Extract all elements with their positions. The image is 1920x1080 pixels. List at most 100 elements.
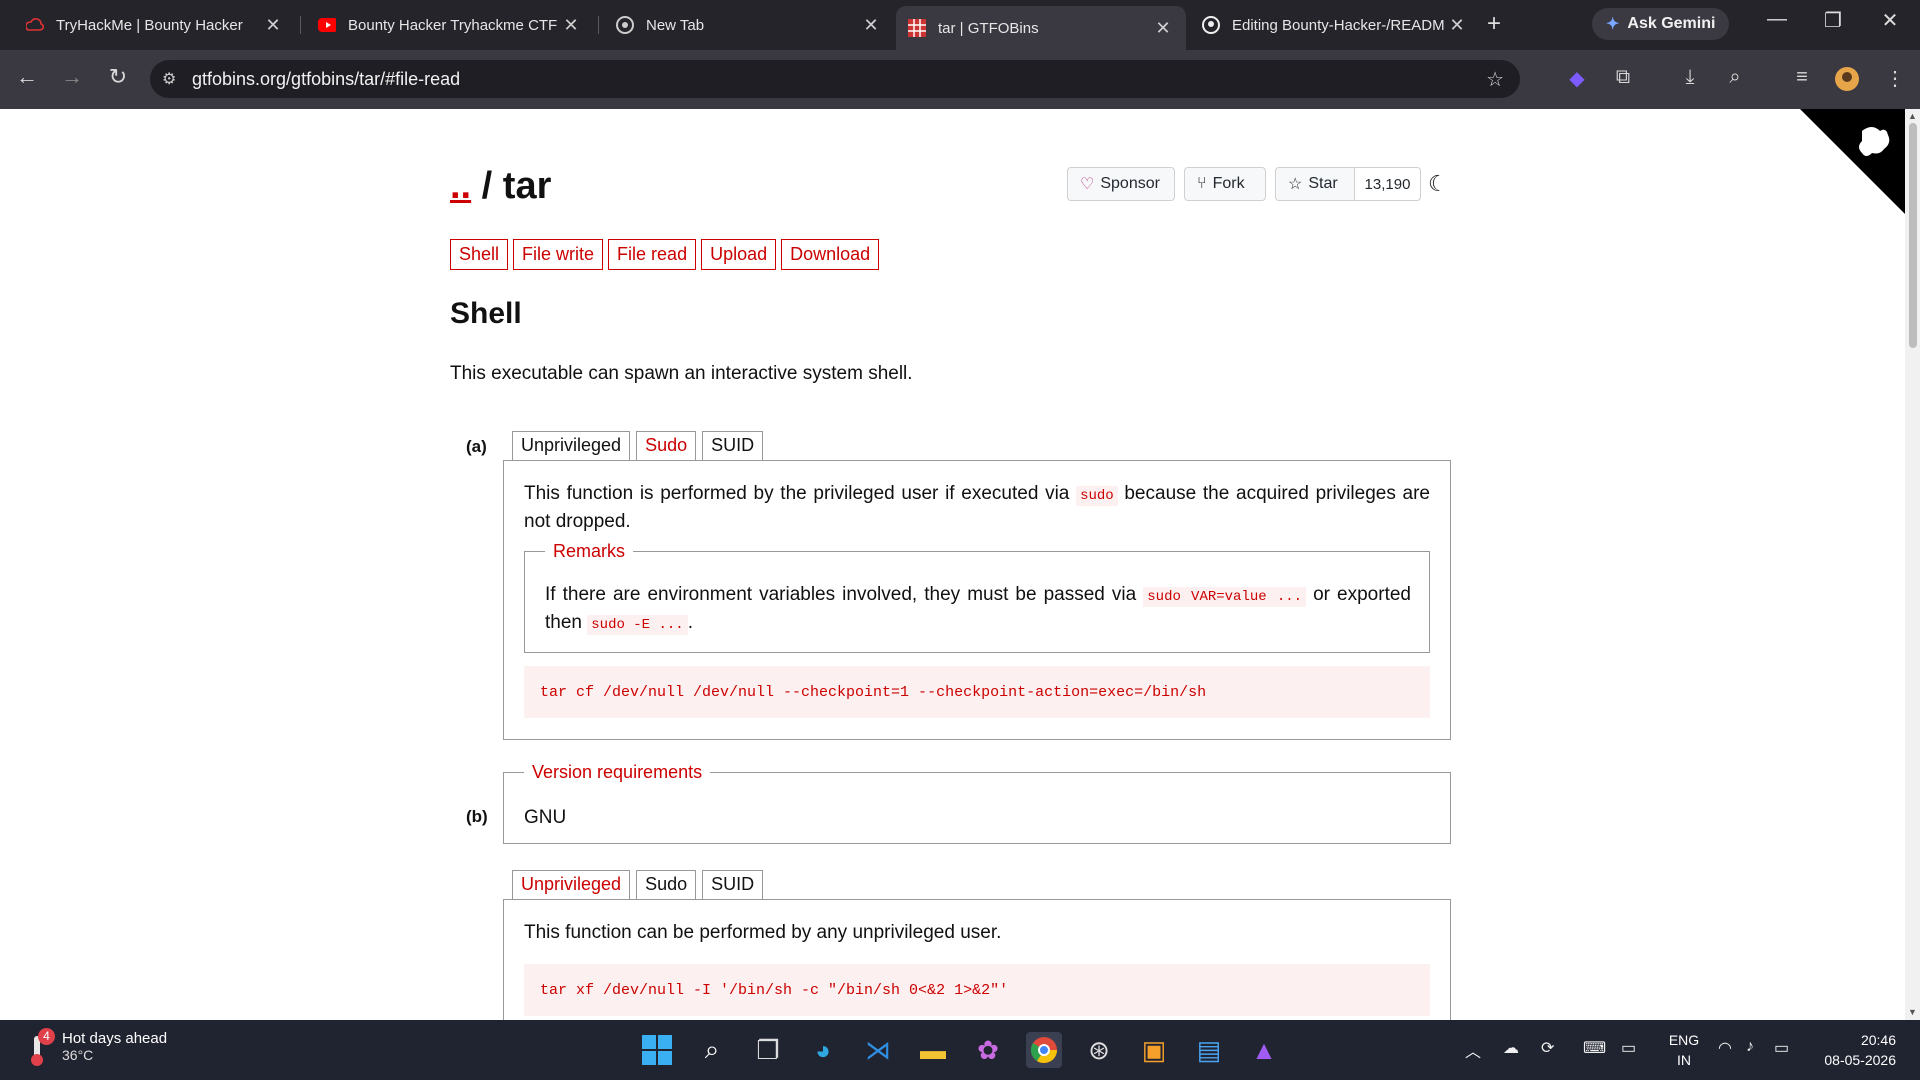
close-icon[interactable]: ✕ xyxy=(860,15,882,36)
ask-gemini-button[interactable]: ✦ Ask Gemini xyxy=(1592,8,1730,40)
close-icon[interactable]: ✕ xyxy=(1152,18,1174,39)
gemini-sparkle-icon: ✦ xyxy=(1606,16,1620,33)
new-tab-icon[interactable]: + xyxy=(1487,10,1501,38)
tablet-mode-icon[interactable]: ▭ xyxy=(1621,1038,1636,1058)
notepad-icon[interactable]: ▤ xyxy=(1191,1032,1227,1068)
media-control-icon[interactable]: ≡ xyxy=(1788,66,1816,92)
edge-icon[interactable]: ◕ xyxy=(805,1032,841,1068)
nav-download[interactable]: Download xyxy=(781,239,880,270)
tab-unprivileged[interactable]: Unprivileged xyxy=(512,431,631,460)
section-description: This executable can spawn an interactive… xyxy=(450,363,913,384)
heart-icon: ♡ xyxy=(1080,176,1095,193)
version-value: GNU xyxy=(524,807,567,828)
star-icon: ☆ xyxy=(1288,176,1303,193)
url-text[interactable]: gtfobins.org/gtfobins/tar/#file-read xyxy=(192,69,460,90)
command-code-block[interactable]: tar xf /dev/null -I '/bin/sh -c "/bin/sh… xyxy=(524,964,1430,1016)
wifi-icon[interactable]: ◠ xyxy=(1718,1038,1732,1058)
weather-widget[interactable]: 4 Hot days ahead 36°C xyxy=(22,1028,167,1068)
app-mountain-icon[interactable]: ▲ xyxy=(1246,1032,1282,1068)
show-hidden-icons-chevron-icon[interactable]: ︿ xyxy=(1465,1038,1481,1062)
close-icon[interactable]: ✕ xyxy=(560,15,582,36)
task-view-icon[interactable]: ❐ xyxy=(750,1032,786,1068)
tab-suid[interactable]: SUID xyxy=(702,870,764,899)
tab-github[interactable]: Editing Bounty-Hacker-/READM ✕ xyxy=(1190,8,1480,42)
github-corner-icon[interactable] xyxy=(1800,109,1905,214)
back-icon[interactable]: ← xyxy=(12,64,42,90)
nav-file-read[interactable]: File read xyxy=(608,239,697,270)
close-icon[interactable]: ✕ xyxy=(262,15,284,36)
battery-icon[interactable]: ▭ xyxy=(1774,1038,1789,1058)
copilot-icon[interactable]: ✿ xyxy=(970,1032,1006,1068)
star-button[interactable]: ☆ Star xyxy=(1275,167,1355,201)
close-icon[interactable]: ✕ xyxy=(1446,15,1468,36)
virtualbox-icon[interactable]: ▣ xyxy=(1136,1032,1172,1068)
sponsor-button[interactable]: ♡ Sponsor xyxy=(1067,167,1175,201)
command-code-block[interactable]: tar cf /dev/null /dev/null --checkpoint=… xyxy=(524,666,1430,718)
tab-sudo[interactable]: Sudo xyxy=(636,431,697,461)
scrollbar[interactable]: ▲ ▼ xyxy=(1905,109,1920,1020)
example-b-panel: This function can be performed by any un… xyxy=(503,899,1451,1020)
file-explorer-icon[interactable]: ▬ xyxy=(915,1032,951,1068)
download-icon[interactable]: ⤓ xyxy=(1676,66,1704,92)
youtube-icon xyxy=(318,16,336,34)
tab-youtube[interactable]: Bounty Hacker Tryhackme CTF ✕ xyxy=(306,8,594,42)
chrome-icon[interactable] xyxy=(1026,1032,1062,1068)
gtfobins-icon xyxy=(908,19,926,37)
sudo-description: This function is performed by the privil… xyxy=(524,483,1430,532)
version-requirements-box: Version requirements GNU xyxy=(503,762,1451,844)
onedrive-icon[interactable]: ☁ xyxy=(1503,1038,1519,1058)
profile-avatar[interactable] xyxy=(1833,66,1861,92)
search-icon[interactable]: ⌕ xyxy=(694,1032,730,1068)
inline-code: sudo -E ... xyxy=(587,615,688,635)
restore-icon[interactable]: ❐ xyxy=(1813,8,1853,33)
minimize-icon[interactable]: — xyxy=(1757,8,1797,31)
keyboard-icon[interactable]: ⌨ xyxy=(1583,1038,1606,1058)
bookmark-star-icon[interactable]: ☆ xyxy=(1486,67,1504,92)
address-bar[interactable]: ⚙ gtfobins.org/gtfobins/tar/#file-read ☆ xyxy=(150,60,1520,98)
nav-file-write[interactable]: File write xyxy=(513,239,604,270)
dark-mode-moon-icon[interactable]: ☾ xyxy=(1428,171,1448,197)
version-legend: Version requirements xyxy=(532,762,703,782)
nav-upload[interactable]: Upload xyxy=(701,239,777,270)
vscode-icon[interactable]: ⋊ xyxy=(860,1032,896,1068)
reload-icon[interactable]: ↻ xyxy=(103,64,133,90)
inline-code: sudo xyxy=(1076,486,1118,506)
tab-divider xyxy=(598,16,599,34)
close-window-icon[interactable]: ✕ xyxy=(1870,8,1910,33)
sync-icon[interactable]: ⟳ xyxy=(1541,1038,1554,1058)
scroll-down-icon[interactable]: ▼ xyxy=(1908,1007,1917,1017)
weather-badge: 4 xyxy=(38,1028,55,1045)
windows-start-icon[interactable] xyxy=(639,1032,675,1068)
chrome-icon xyxy=(616,16,634,34)
extensions-puzzle-icon[interactable]: ⧉ xyxy=(1609,66,1637,92)
menu-kebab-icon[interactable]: ⋮ xyxy=(1881,66,1909,92)
remarks-legend: Remarks xyxy=(553,541,626,561)
forward-icon[interactable]: → xyxy=(57,64,87,90)
tryhackme-icon xyxy=(26,16,44,34)
site-settings-icon[interactable]: ⚙ xyxy=(162,69,188,89)
extension-diamond-icon[interactable]: ◆ xyxy=(1563,66,1591,92)
tab-unprivileged[interactable]: Unprivileged xyxy=(512,870,631,900)
function-nav: Shell File write File read Upload Downlo… xyxy=(450,239,880,270)
tab-search-icon[interactable]: ⌕ xyxy=(1721,66,1749,92)
tab-suid[interactable]: SUID xyxy=(702,431,764,460)
system-clock[interactable]: 20:46 08-05-2026 xyxy=(1812,1030,1896,1070)
example-a-panel: This function is performed by the privil… xyxy=(503,460,1451,740)
tab-sudo[interactable]: Sudo xyxy=(636,870,697,899)
input-language[interactable]: ENG IN xyxy=(1664,1030,1704,1070)
volume-icon[interactable]: ♪ xyxy=(1746,1038,1754,1056)
scrollbar-thumb[interactable] xyxy=(1909,123,1917,348)
github-icon xyxy=(1202,16,1220,34)
chatgpt-icon[interactable]: ⊛ xyxy=(1081,1032,1117,1068)
tab-strip: TryHackMe | Bounty Hacker ✕ Bounty Hacke… xyxy=(0,0,1920,50)
star-count[interactable]: 13,190 xyxy=(1354,167,1421,201)
nav-shell[interactable]: Shell xyxy=(450,239,509,270)
tab-gtfobins[interactable]: tar | GTFOBins ✕ xyxy=(896,6,1186,50)
tab-new-tab[interactable]: New Tab ✕ xyxy=(604,8,894,42)
parent-link[interactable]: .. xyxy=(450,165,471,207)
fork-button[interactable]: ⑂ Fork xyxy=(1184,167,1266,201)
scroll-up-icon[interactable]: ▲ xyxy=(1908,111,1917,121)
fork-icon: ⑂ xyxy=(1197,175,1207,192)
example-b-label: (b) xyxy=(466,807,488,826)
tab-tryhackme[interactable]: TryHackMe | Bounty Hacker ✕ xyxy=(14,8,296,42)
